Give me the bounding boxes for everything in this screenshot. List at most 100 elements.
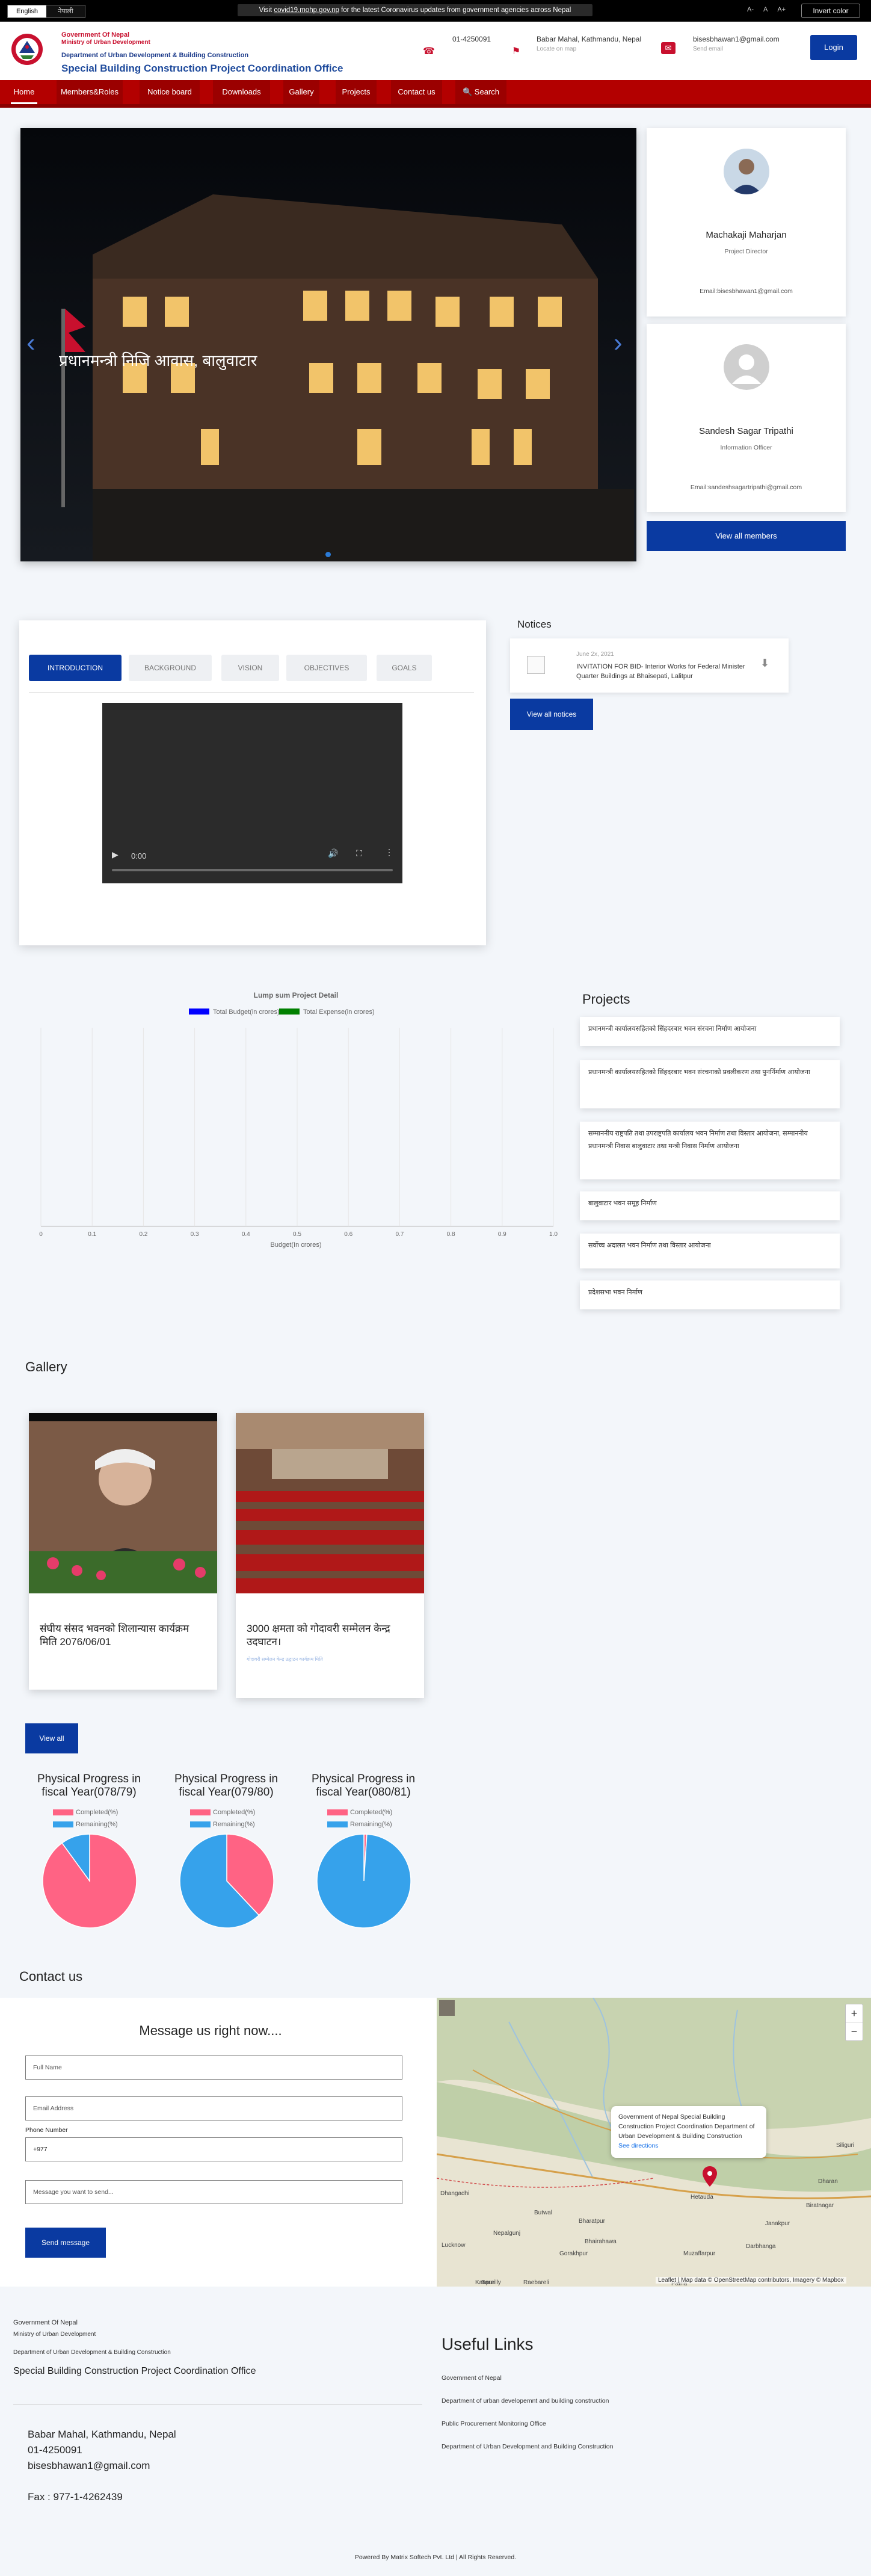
nav-downloads[interactable]: Downloads xyxy=(213,80,270,104)
footer-phone[interactable]: 01-4250091 xyxy=(28,2444,82,2456)
nav-contact[interactable]: Contact us xyxy=(391,80,442,104)
gallery-subcaption[interactable]: गोदावरी सम्मेलन केन्द्र उद्घाटन कार्यक्र… xyxy=(247,1656,406,1662)
view-all-members-button[interactable]: View all members xyxy=(647,521,846,551)
full-name-input[interactable]: Full Name xyxy=(25,2056,402,2080)
map-place-label: Dhangadhi xyxy=(440,2190,470,2197)
legend-label: Remaining(%) xyxy=(350,1821,392,1828)
map-place-label: Bhairahawa xyxy=(585,2238,617,2245)
legend-swatch[interactable] xyxy=(279,1008,300,1015)
legend-swatch[interactable] xyxy=(189,1008,209,1015)
locate-on-map-link[interactable]: Locate on map xyxy=(537,46,576,52)
send-message-button[interactable]: Send message xyxy=(25,2228,106,2258)
invert-color-button[interactable]: Invert color xyxy=(801,4,860,18)
tab-divider xyxy=(29,692,474,693)
fullscreen-icon[interactable]: ⛶ xyxy=(356,848,362,859)
message-input[interactable]: Message you want to send... xyxy=(25,2180,402,2204)
phone-input[interactable]: +977 xyxy=(25,2137,402,2161)
pie-legend-item[interactable]: Completed(%) xyxy=(190,1809,255,1816)
member-name: Machakaji Maharjan xyxy=(706,230,787,240)
covid-banner: Visit covid19.mohp.gov.np for the latest… xyxy=(238,4,592,16)
useful-link[interactable]: Department of urban developemnt and buil… xyxy=(442,2397,609,2405)
member-email[interactable]: Email:sandeshsagartripathi@gmail.com xyxy=(647,484,846,491)
pie-legend-item[interactable]: Remaining(%) xyxy=(190,1821,255,1828)
header-email[interactable]: bisesbhawan1@gmail.com xyxy=(693,35,780,43)
project-item[interactable]: प्रधानमन्त्री कार्यालयसहितको सिंहदरबार भ… xyxy=(580,1060,840,1108)
useful-link[interactable]: Government of Nepal xyxy=(442,2374,502,2382)
notice-text[interactable]: INVITATION FOR BID- Interior Works for F… xyxy=(576,662,763,681)
login-button[interactable]: Login xyxy=(810,35,857,60)
pie-legend-item[interactable]: Remaining(%) xyxy=(327,1821,392,1828)
lang-nepali[interactable]: नेपाली xyxy=(46,5,85,17)
useful-link[interactable]: Public Procurement Monitoring Office xyxy=(442,2420,546,2427)
nav-gallery[interactable]: Gallery xyxy=(283,80,319,104)
tab-goals[interactable]: GOALS xyxy=(377,655,432,681)
pie-legend-item[interactable]: Completed(%) xyxy=(327,1809,392,1816)
play-icon[interactable]: ▶ xyxy=(112,850,118,860)
volume-icon[interactable]: 🔊 xyxy=(328,848,338,859)
legend-label[interactable]: Total Budget(in crores) xyxy=(213,1008,280,1016)
gallery-image[interactable] xyxy=(29,1413,217,1593)
pie-title: Physical Progress in fiscal Year(078/79) xyxy=(37,1773,141,1799)
pie-legend-item[interactable]: Completed(%) xyxy=(53,1809,118,1816)
see-directions-link[interactable]: See directions xyxy=(618,2141,759,2151)
project-item[interactable]: सर्वोच्च अदालत भवन निर्माण तथा विस्तार आ… xyxy=(580,1234,840,1268)
gallery-caption[interactable]: 3000 क्षमता को गोदावरी सम्मेलन केन्द्र उ… xyxy=(247,1622,415,1649)
nav-home[interactable]: Home xyxy=(11,80,37,104)
pie-slice-remaining[interactable] xyxy=(316,1833,411,1929)
map-place-label: Gorakhpur xyxy=(559,2250,588,2257)
nav-search[interactable]: 🔍 Search xyxy=(455,80,506,104)
legend-label: Remaining(%) xyxy=(76,1821,118,1828)
header-phone[interactable]: 01-4250091 xyxy=(452,35,491,43)
location-icon: ⚑ xyxy=(511,46,521,57)
legend-label[interactable]: Total Expense(in crores) xyxy=(303,1008,375,1016)
video-progress-bar[interactable] xyxy=(112,869,393,871)
view-all-gallery-button[interactable]: View all xyxy=(25,1723,78,1753)
covid-link[interactable]: covid19.mohp.gov.np xyxy=(274,7,339,14)
email-input[interactable]: Email Address xyxy=(25,2096,402,2120)
font-normal-button[interactable]: A xyxy=(763,6,768,13)
nav-notice-board[interactable]: Notice board xyxy=(140,80,200,104)
zoom-in-button[interactable]: + xyxy=(846,2004,863,2022)
project-item[interactable]: प्रदेशसभा भवन निर्माण xyxy=(580,1280,840,1309)
gallery-image[interactable] xyxy=(236,1413,424,1593)
footer-email[interactable]: bisesbhawan1@gmail.com xyxy=(28,2460,150,2472)
gallery-title: Gallery xyxy=(25,1359,67,1374)
font-size-controls: A- A A+ xyxy=(747,6,786,13)
nav-search-label: Search xyxy=(474,87,499,96)
project-item[interactable]: बालुवाटार भवन समूह निर्माण xyxy=(580,1191,840,1220)
nav-members[interactable]: Members&Roles xyxy=(57,80,123,104)
zoom-out-button[interactable]: − xyxy=(846,2022,863,2040)
useful-link[interactable]: Department of Urban Development and Buil… xyxy=(442,2443,613,2450)
legend-label: Completed(%) xyxy=(213,1809,256,1816)
view-all-notices-button[interactable]: View all notices xyxy=(510,699,593,730)
slider-indicator-dot[interactable] xyxy=(325,552,331,557)
map-place-label: Muzaffarpur xyxy=(683,2250,716,2257)
pie-legend-item[interactable]: Remaining(%) xyxy=(53,1821,118,1828)
legend-swatch xyxy=(53,1821,73,1828)
legend-swatch xyxy=(53,1809,73,1816)
send-email-link[interactable]: Send email xyxy=(693,46,723,52)
nav-projects[interactable]: Projects xyxy=(336,80,377,104)
tab-introduction[interactable]: INTRODUCTION xyxy=(29,655,122,681)
lang-english[interactable]: English xyxy=(8,5,46,17)
language-toggle[interactable]: English नेपाली xyxy=(7,5,85,18)
tab-vision[interactable]: VISION xyxy=(221,655,279,681)
map-marker-icon[interactable] xyxy=(703,2166,717,2187)
project-item[interactable]: प्रधानमन्त्री कार्यालयसहितको सिंहदरबार भ… xyxy=(580,1017,840,1046)
gallery-caption[interactable]: संघीय संसद भवनको शिलान्यास कार्यक्रम मित… xyxy=(40,1622,208,1649)
tab-objectives[interactable]: OBJECTIVES xyxy=(286,655,367,681)
map-place-label: Nepalgunj xyxy=(493,2230,521,2237)
tab-background[interactable]: BACKGROUND xyxy=(129,655,212,681)
more-options-icon[interactable]: ⋮ xyxy=(385,847,393,857)
progress-pie-chart xyxy=(42,1833,137,1929)
project-item[interactable]: सम्माननीय राष्ट्रपति तथा उपराष्ट्रपति का… xyxy=(580,1122,840,1179)
font-increase-button[interactable]: A+ xyxy=(777,6,786,13)
slider-next-arrow[interactable]: › xyxy=(614,328,623,358)
slider-prev-arrow[interactable]: ‹ xyxy=(26,328,35,358)
download-icon[interactable]: ⬇ xyxy=(760,657,769,670)
x-tick-label: 0.8 xyxy=(447,1231,455,1238)
font-decrease-button[interactable]: A- xyxy=(747,6,754,13)
member-email[interactable]: Email:bisesbhawan1@gmail.com xyxy=(647,288,846,295)
notice-thumbnail xyxy=(527,656,545,674)
nepal-emblem-logo[interactable] xyxy=(8,32,46,66)
